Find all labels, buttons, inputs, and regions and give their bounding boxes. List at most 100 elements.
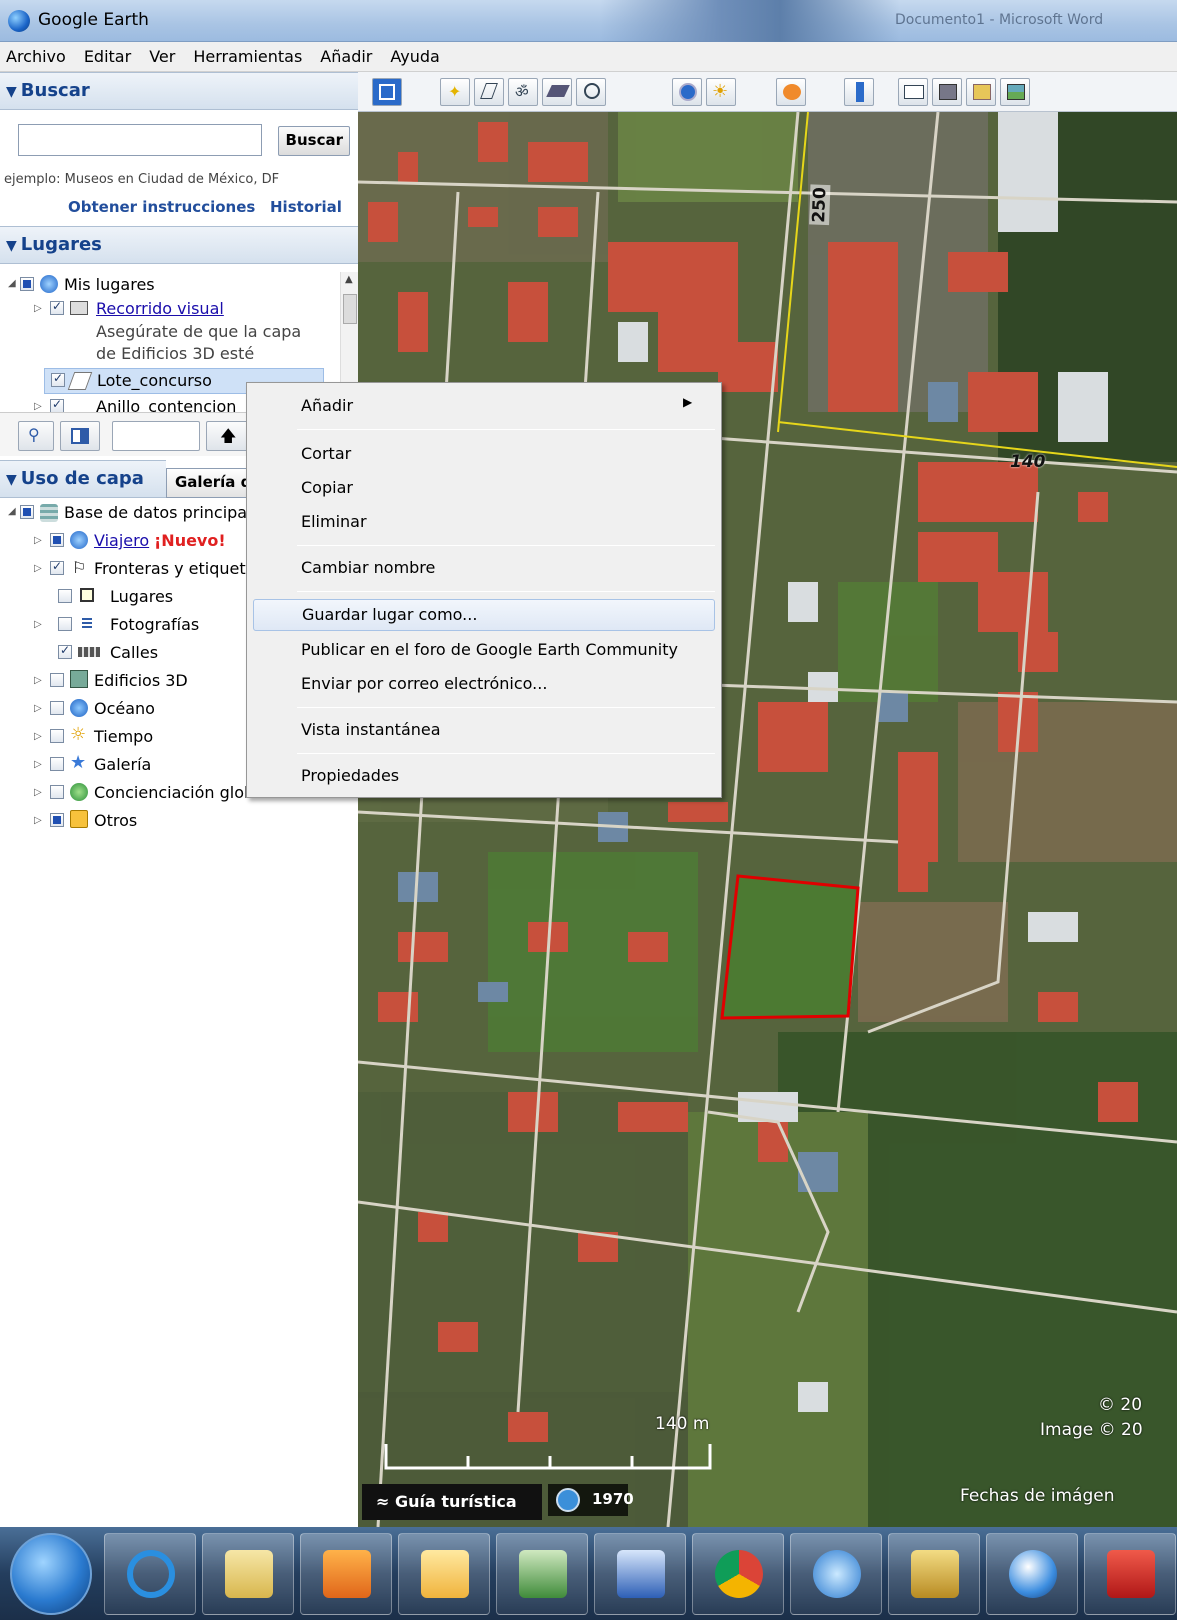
expand-arrow-icon[interactable]: ▷ xyxy=(34,401,42,412)
checkbox[interactable] xyxy=(50,559,64,575)
scroll-thumb[interactable] xyxy=(343,294,357,324)
star-icon: ★ xyxy=(70,752,87,773)
search-input[interactable] xyxy=(18,124,262,156)
checkbox[interactable] xyxy=(50,533,64,547)
checkbox[interactable] xyxy=(50,729,64,743)
expand-arrow-icon[interactable]: ◢ xyxy=(8,278,16,289)
checkbox[interactable] xyxy=(58,643,72,659)
search-app-icon[interactable] xyxy=(790,1533,882,1615)
expand-arrow-icon[interactable]: ▷ xyxy=(34,731,42,742)
email-button[interactable] xyxy=(898,78,928,106)
add-overlay-button[interactable] xyxy=(542,78,572,106)
google-earth-logo-icon xyxy=(8,10,30,32)
print-button[interactable] xyxy=(932,78,962,106)
search-panel-header[interactable]: ▼ Buscar xyxy=(0,72,366,110)
menu-item-save-place-as[interactable]: Guardar lugar como... xyxy=(253,599,715,631)
menu-editar[interactable]: Editar xyxy=(84,47,131,66)
tree-item-link[interactable]: Recorrido visual xyxy=(96,299,224,318)
menu-separator xyxy=(297,753,715,754)
menu-ayuda[interactable]: Ayuda xyxy=(390,47,439,66)
layer-link[interactable]: Viajero xyxy=(94,531,149,550)
flag-icon: ⚐ xyxy=(72,558,87,577)
checkbox[interactable] xyxy=(50,673,64,687)
expand-arrow-icon[interactable]: ▷ xyxy=(34,619,42,630)
tree-item-my-places[interactable]: ◢ Mis lugares xyxy=(0,272,340,298)
checkbox[interactable] xyxy=(58,617,72,631)
menu-archivo[interactable]: Archivo xyxy=(6,47,66,66)
file-explorer-icon[interactable] xyxy=(202,1533,294,1615)
expand-arrow-icon[interactable]: ▷ xyxy=(34,563,42,574)
menu-anadir[interactable]: Añadir xyxy=(320,47,372,66)
expand-arrow-icon[interactable]: ▷ xyxy=(34,703,42,714)
menu-item-delete[interactable]: Eliminar xyxy=(253,507,715,537)
add-path-button[interactable]: ॐ xyxy=(508,78,538,106)
tour-guide-button[interactable]: ≈ Guía turística xyxy=(362,1484,542,1520)
ruler-button[interactable] xyxy=(844,78,874,106)
places-filter-input[interactable] xyxy=(112,421,200,451)
map-view[interactable] xyxy=(358,112,1177,1527)
view-in-maps-button[interactable] xyxy=(966,78,996,106)
checkbox[interactable] xyxy=(50,299,64,315)
collapse-triangle-icon: ▼ xyxy=(6,238,17,254)
checkbox[interactable] xyxy=(51,371,65,387)
menu-item-cut[interactable]: Cortar xyxy=(253,439,715,469)
layer-label: Océano xyxy=(94,699,155,718)
scroll-up-icon[interactable]: ▲ xyxy=(345,274,353,285)
checkbox[interactable] xyxy=(50,701,64,715)
checkbox[interactable] xyxy=(20,277,34,291)
checkbox[interactable] xyxy=(50,785,64,799)
expand-arrow-icon[interactable]: ◢ xyxy=(8,506,16,517)
checkbox[interactable] xyxy=(20,505,34,519)
sidebar-toggle-button[interactable] xyxy=(372,78,402,106)
move-up-button[interactable]: 🡅 xyxy=(206,421,250,451)
expand-arrow-icon[interactable]: ▷ xyxy=(34,303,42,314)
places-panel-header[interactable]: ▼ Lugares xyxy=(0,226,366,264)
checkbox[interactable] xyxy=(50,757,64,771)
history-link[interactable]: Historial xyxy=(270,198,342,216)
satellite-imagery[interactable] xyxy=(358,112,1177,1527)
get-directions-link[interactable]: Obtener instrucciones xyxy=(68,198,255,216)
internet-explorer-icon[interactable] xyxy=(104,1533,196,1615)
maps-icon xyxy=(973,84,991,100)
expand-arrow-icon[interactable]: ▷ xyxy=(34,675,42,686)
save-image-button[interactable] xyxy=(1000,78,1030,106)
add-placemark-button[interactable]: ✦ xyxy=(440,78,470,106)
menu-item-copy[interactable]: Copiar xyxy=(253,473,715,503)
word-icon[interactable] xyxy=(594,1533,686,1615)
menu-item-properties[interactable]: Propiedades xyxy=(253,761,715,791)
menu-herramientas[interactable]: Herramientas xyxy=(193,47,302,66)
chrome-icon[interactable] xyxy=(692,1533,784,1615)
tree-item-label: Lote_concurso xyxy=(97,371,212,390)
acrobat-icon[interactable] xyxy=(1084,1533,1176,1615)
expand-arrow-icon[interactable]: ▷ xyxy=(34,815,42,826)
menu-item-rename[interactable]: Cambiar nombre xyxy=(253,553,715,583)
tree-item-visual-tour[interactable]: ▷ Recorrido visual Asegúrate de que la c… xyxy=(0,296,340,368)
menu-item-publish-forum[interactable]: Publicar en el foro de Google Earth Comm… xyxy=(253,635,715,665)
checkbox[interactable] xyxy=(58,589,72,603)
start-icon[interactable] xyxy=(10,1533,92,1615)
panel-toggle-button[interactable] xyxy=(60,421,100,451)
expand-arrow-icon[interactable]: ▷ xyxy=(34,759,42,770)
layers-panel-header[interactable]: ▼ Uso de capa xyxy=(0,460,166,498)
google-earth-icon[interactable] xyxy=(986,1533,1078,1615)
archive-icon[interactable] xyxy=(888,1533,980,1615)
switch-planet-button[interactable] xyxy=(776,78,806,106)
menu-item-add[interactable]: Añadir ▶ xyxy=(253,391,715,421)
menu-ver[interactable]: Ver xyxy=(149,47,175,66)
media-player-icon[interactable] xyxy=(300,1533,392,1615)
ocean-icon xyxy=(70,699,88,717)
checkbox[interactable] xyxy=(50,397,64,412)
historical-imagery-button[interactable] xyxy=(672,78,702,106)
expand-arrow-icon[interactable]: ▷ xyxy=(34,787,42,798)
menu-item-email[interactable]: Enviar por correo electrónico... xyxy=(253,669,715,699)
search-places-button[interactable]: ⚲ xyxy=(18,421,54,451)
sunlight-button[interactable]: ☀ xyxy=(706,78,736,106)
record-tour-button[interactable] xyxy=(576,78,606,106)
expand-arrow-icon[interactable]: ▷ xyxy=(34,535,42,546)
checkbox[interactable] xyxy=(50,813,64,827)
add-polygon-button[interactable] xyxy=(474,78,504,106)
search-button[interactable]: Buscar xyxy=(278,126,350,156)
menu-item-snapshot-view[interactable]: Vista instantánea xyxy=(253,715,715,745)
outlook-icon[interactable] xyxy=(398,1533,490,1615)
excel-icon[interactable] xyxy=(496,1533,588,1615)
